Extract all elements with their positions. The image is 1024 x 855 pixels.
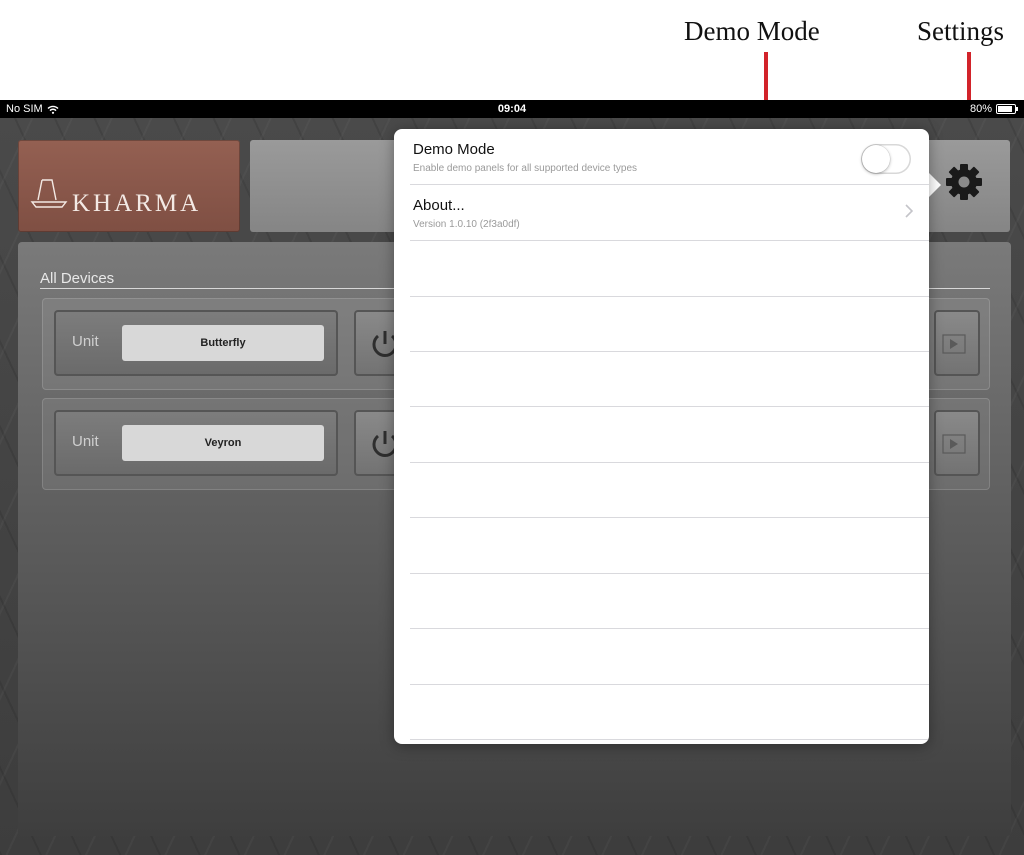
empty-row <box>410 462 929 518</box>
unit-box: Unit Butterfly <box>54 310 338 376</box>
popover-arrow <box>928 172 941 198</box>
play-button[interactable] <box>934 310 980 376</box>
annotation-settings: Settings <box>917 16 1005 46</box>
play-button[interactable] <box>934 410 980 476</box>
empty-row <box>410 407 929 463</box>
status-bar: No SIM 09:04 80% <box>0 100 1024 118</box>
battery-icon <box>996 104 1018 114</box>
empty-row <box>410 684 929 740</box>
settings-gear-icon[interactable] <box>944 162 984 202</box>
about-row[interactable]: About... Version 1.0.10 (2f3a0df) <box>410 185 929 241</box>
unit-name-button[interactable]: Butterfly <box>122 325 324 361</box>
empty-row <box>410 241 929 297</box>
empty-row <box>410 296 929 352</box>
demo-mode-subtitle: Enable demo panels for all supported dev… <box>413 163 638 174</box>
logo-text: KHARMA <box>72 190 202 217</box>
play-icon <box>942 434 966 454</box>
unit-label: Unit <box>72 333 99 350</box>
empty-row <box>410 518 929 574</box>
empty-row <box>410 351 929 407</box>
chevron-right-icon <box>905 204 913 218</box>
device-screen: No SIM 09:04 80% KHARMA All Devices Unit… <box>0 100 1024 855</box>
section-title: All Devices <box>40 270 115 287</box>
battery-percent: 80% <box>969 103 992 115</box>
toggle-knob <box>862 145 890 173</box>
unit-name-button[interactable]: Veyron <box>122 425 324 461</box>
demo-mode-row: Demo Mode Enable demo panels for all sup… <box>410 129 929 185</box>
brand-logo: KHARMA <box>18 140 240 232</box>
demo-mode-toggle[interactable] <box>861 144 911 174</box>
annotation-demo-mode: Demo Mode <box>684 16 820 46</box>
about-version: Version 1.0.10 (2f3a0df) <box>413 219 520 230</box>
settings-popover: Demo Mode Enable demo panels for all sup… <box>394 129 929 744</box>
demo-mode-title: Demo Mode <box>413 141 495 158</box>
play-icon <box>942 334 966 354</box>
status-right: 80% <box>969 100 1018 118</box>
empty-row <box>410 573 929 629</box>
unit-label: Unit <box>72 433 99 450</box>
kharma-logo-icon <box>30 179 68 208</box>
unit-box: Unit Veyron <box>54 410 338 476</box>
about-title: About... <box>413 197 465 214</box>
status-time: 09:04 <box>497 103 527 115</box>
empty-row <box>410 629 929 685</box>
